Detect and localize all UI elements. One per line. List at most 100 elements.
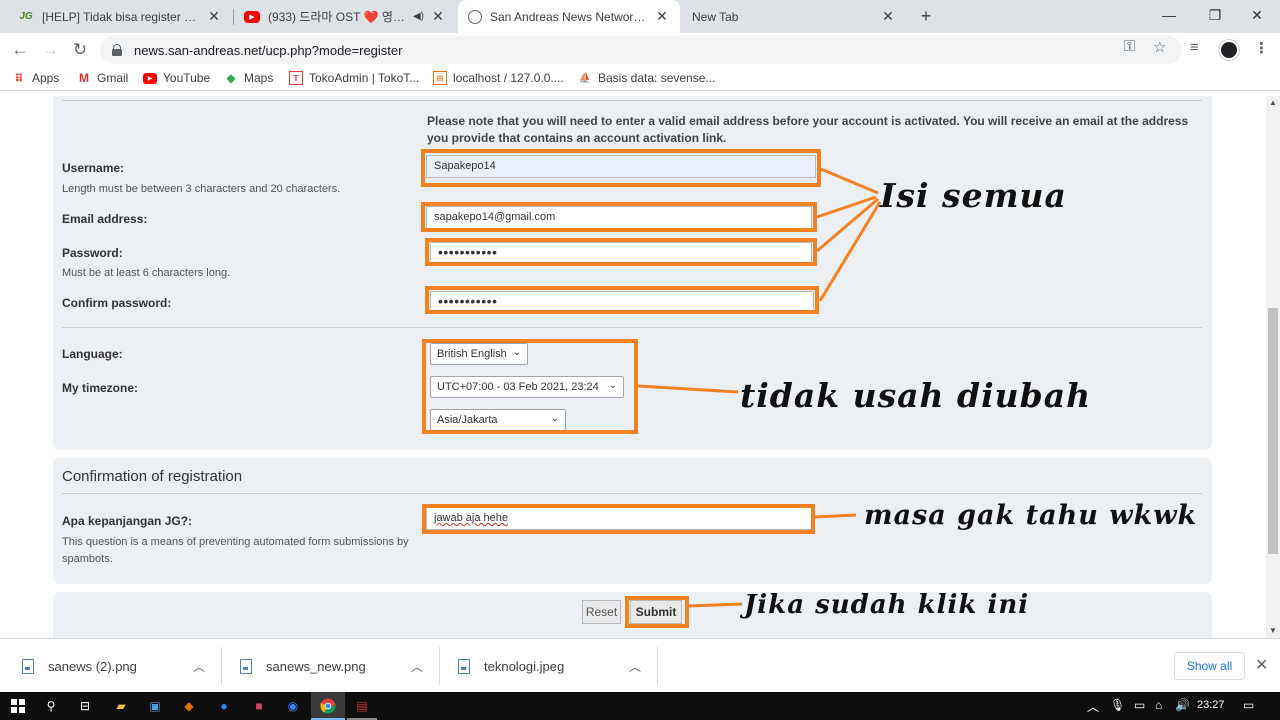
back-arrow-icon[interactable]: ← [7,37,33,63]
language-value: British English [437,348,507,360]
close-icon[interactable]: ✕ [430,8,446,25]
bookmark-basis-data[interactable]: ⛵ Basis data: sevense... [578,71,716,85]
chevron-up-icon[interactable]: ︿ [193,658,205,675]
submit-button[interactable]: Submit [630,600,682,624]
close-icon[interactable]: ✕ [880,8,896,25]
address-bar[interactable]: news.san-andreas.net/ucp.php?mode=regist… [100,36,1182,64]
download-item[interactable]: teknologi.jpeg [458,639,564,693]
speaker-icon[interactable]: ◀) [413,11,424,22]
close-icon[interactable]: ✕ [206,8,222,25]
scroll-down-icon[interactable]: ▼ [1266,624,1280,638]
new-tab-button[interactable]: + [914,5,938,29]
browser-toolbar: ← → ↻ news.san-andreas.net/ucp.php?mode=… [0,33,1280,67]
volume-icon[interactable]: 🔊 [1175,698,1190,712]
password-input[interactable]: ••••••••••• [430,242,812,265]
answer-input[interactable]: jawab aja hehe [426,507,812,530]
scroll-up-icon[interactable]: ▲ [1266,96,1280,110]
close-icon[interactable]: ✕ [654,8,670,25]
battery-icon[interactable]: ▭ [1134,698,1145,712]
bookmark-youtube[interactable]: ▶ YouTube [143,71,210,85]
download-item[interactable]: sanews_new.png [240,639,366,693]
network-icon[interactable]: ⌂ [1155,698,1162,712]
search-icon[interactable]: ⚲ [42,697,60,715]
divider [62,100,1202,101]
taskbar-clock[interactable]: 23:27 [1197,699,1225,711]
app-icon[interactable]: ▤ [353,697,371,715]
bookmark-tokoadmin[interactable]: T TokoAdmin | TokoT... [289,71,419,85]
chevron-up-icon[interactable]: ︿ [629,658,641,675]
bookmark-label: TokoAdmin | TokoT... [309,71,420,85]
email-notice: Please note that you will need to enter … [427,114,1189,145]
bookmark-label: Apps [32,71,60,85]
page-scrollbar[interactable]: ▲ ▼ [1266,96,1280,638]
email-label: Email address: [62,212,148,226]
divider [62,327,1202,328]
scroll-thumb[interactable] [1268,308,1278,554]
profile-avatar[interactable] [1219,40,1239,60]
store-icon[interactable]: ▣ [146,697,164,715]
username-label: Username: [62,161,125,175]
username-input[interactable]: Sapakepo14 [426,155,816,178]
task-view-icon[interactable]: ⊟ [76,697,94,715]
notification-icon[interactable]: ▭ [1243,698,1254,712]
timezone-select[interactable]: UTC+07:00 - 03 Feb 2021, 23:24 ⌄ [430,376,624,398]
timezone-region-select[interactable]: Asia/Jakarta ⌄ [430,409,566,431]
zoom-icon[interactable]: ● [215,697,233,715]
tab-youtube[interactable]: ▶ (933) 드라마 OST ❤️ 영화 A ◀) ✕ [234,0,456,33]
forward-arrow-icon[interactable]: → [37,37,63,63]
menu-dots-icon[interactable]: ⋮ [1254,39,1269,57]
image-file-icon [22,658,34,674]
jg-forum-icon: JG [19,11,33,22]
reset-button[interactable]: Reset [582,600,621,624]
browser-icon[interactable]: ◉ [284,697,302,715]
divider [221,647,222,685]
file-explorer-icon[interactable]: ▰ [112,697,130,715]
bookmark-maps[interactable]: ◆ Maps [224,71,273,85]
key-icon[interactable]: ⚿ [1124,38,1135,55]
tab-title: [HELP] Tidak bisa register ke Foru [42,9,200,24]
password-explain: Must be at least 6 characters long. [62,267,231,279]
media-control-icon[interactable]: ≡ [1190,39,1199,56]
sublime-icon[interactable]: ◆ [180,697,198,715]
game-icon[interactable]: ■ [250,697,268,715]
maps-icon: ◆ [226,71,236,85]
download-shelf: sanews (2).png ︿ sanews_new.png ︿ teknol… [0,638,1280,692]
bookmark-apps[interactable]: ⠿ Apps [12,71,60,85]
apps-grid-icon: ⠿ [14,72,24,85]
bookmark-label: Basis data: sevense... [598,71,716,85]
microphone-icon[interactable]: 🎙 [1110,698,1125,712]
tab-title: (933) 드라마 OST ❤️ 영화 A [268,10,409,24]
tokoadmin-icon: T [289,71,303,85]
close-icon[interactable]: ✕ [1255,655,1268,675]
minimize-button[interactable]: — [1146,0,1192,32]
tab-new-tab[interactable]: New Tab ✕ [682,0,906,33]
tab-title: San Andreas News Network - Use [490,9,648,24]
chrome-icon[interactable] [319,697,337,715]
bookmark-label: Gmail [97,71,129,85]
language-label: Language: [62,347,123,361]
chevron-down-icon: ⌄ [608,380,617,391]
maximize-button[interactable]: ❐ [1192,0,1238,32]
bookmark-localhost[interactable]: ⊞ localhost / 127.0.0.... [433,71,564,85]
chevron-down-icon: ⌄ [550,413,559,424]
timezone-value: UTC+07:00 - 03 Feb 2021, 23:24 [437,381,599,393]
chevron-up-icon[interactable]: ︿ [411,658,423,675]
language-select[interactable]: British English ⌄ [430,343,528,365]
close-window-button[interactable]: ✕ [1234,0,1280,32]
confirm-password-input[interactable]: ••••••••••• [430,291,814,314]
chevron-up-icon[interactable]: ︿ [1087,698,1099,715]
download-item[interactable]: sanews (2).png [22,639,137,693]
sailboat-icon: ⛵ [578,72,592,84]
windows-start-icon[interactable] [9,697,27,715]
tab-san-andreas-news[interactable]: San Andreas News Network - Use ✕ [458,0,680,33]
bookmark-gmail[interactable]: M Gmail [77,71,128,85]
tab-title: New Tab [692,9,739,24]
bookmarks-bar: ⠿ Apps M Gmail ▶ YouTube ◆ Maps T TokoAd… [0,67,1280,91]
reload-icon[interactable]: ↻ [67,37,93,63]
star-icon[interactable]: ☆ [1153,38,1166,56]
username-explain: Length must be between 3 characters and … [62,183,341,195]
gmail-icon: M [79,71,89,85]
tab-help-register[interactable]: JG [HELP] Tidak bisa register ke Foru ✕ [8,0,232,33]
email-input[interactable]: sapakepo14@gmail.com [426,206,812,229]
show-all-button[interactable]: Show all [1174,652,1245,680]
